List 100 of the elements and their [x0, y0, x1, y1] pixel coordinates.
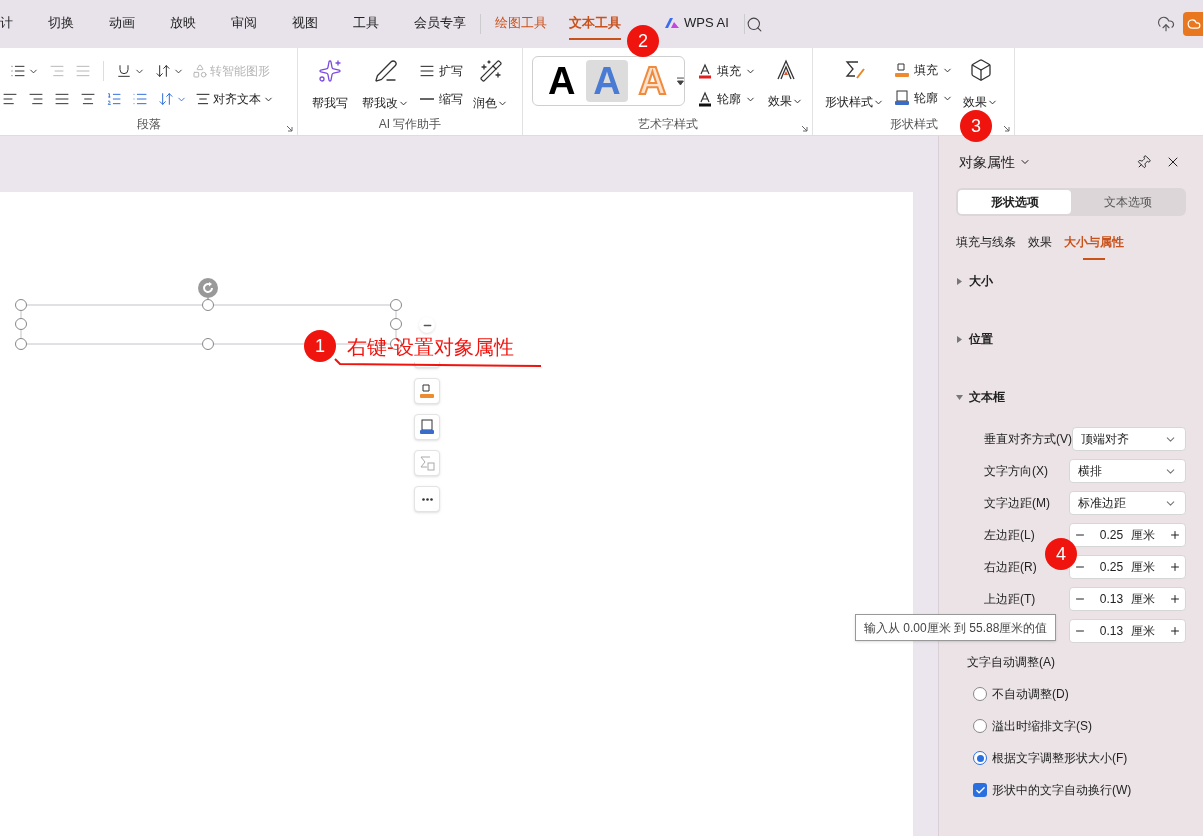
panel-title: 对象属性 — [959, 152, 1015, 172]
letter-a-icon — [697, 63, 713, 79]
checkbox-icon[interactable] — [973, 783, 987, 797]
shape-fill-button[interactable]: 填充 — [894, 58, 953, 82]
checkbox-option[interactable]: 形状中的文字自动换行(W) — [973, 778, 1186, 802]
menu-tab[interactable]: 绘图工具 — [495, 8, 547, 40]
field-label: 文字方向(X) — [984, 463, 1049, 480]
section-header[interactable]: 文本框 — [956, 385, 1005, 409]
outline-square-icon — [894, 90, 910, 106]
menu-tab[interactable]: 计 — [0, 8, 13, 40]
section-header[interactable]: 大小 — [956, 269, 993, 293]
text-effect-button[interactable]: 效果 — [768, 56, 803, 110]
shorten-text-button[interactable]: 缩写 — [419, 87, 463, 111]
menu-tab[interactable]: 切换 — [48, 8, 74, 40]
unit-label: 厘米 — [1131, 623, 1156, 640]
plus-icon[interactable] — [1169, 529, 1181, 541]
text-outline-button[interactable]: 轮廓 — [697, 87, 756, 111]
dropdown-field[interactable]: 横排 — [1068, 459, 1186, 483]
panel-tab[interactable]: 文本选项 — [1071, 190, 1184, 214]
ai-revise-button[interactable]: 帮我改 — [358, 58, 413, 112]
search-icon — [745, 15, 763, 33]
callout-text: 右键-设置对象属性 — [347, 335, 514, 360]
plus-icon[interactable] — [1169, 561, 1181, 573]
number-spinner[interactable]: 0.13 厘米 — [1068, 587, 1186, 611]
panel-tab[interactable]: 形状选项 — [958, 190, 1071, 214]
radio-option[interactable]: 根据文字调整形状大小(F) — [973, 746, 1186, 770]
radio-icon[interactable] — [973, 719, 987, 733]
align-right-icon — [28, 91, 44, 107]
menu-tab[interactable]: 动画 — [109, 8, 135, 40]
menu-tab[interactable]: 放映 — [170, 8, 196, 40]
group-title: AI 写作助手 — [378, 116, 442, 133]
magic-wand-icon — [478, 59, 503, 83]
radio-icon[interactable] — [973, 687, 987, 701]
more-button[interactable] — [414, 486, 440, 512]
group-title: 形状样式 — [889, 116, 938, 133]
field-label: 上边距(T) — [984, 591, 1037, 608]
cloud-upload-button[interactable] — [1157, 15, 1175, 33]
section-header[interactable]: 位置 — [956, 327, 993, 351]
triangle-icon — [956, 335, 963, 343]
subtab[interactable]: 大小与属性 — [1064, 230, 1124, 260]
align-center-icon — [195, 91, 211, 107]
expand-text-button[interactable]: 扩写 — [419, 59, 463, 83]
ai-tab[interactable]: WPS AI — [664, 8, 729, 40]
number-spinner[interactable]: 0.25 厘米 — [1068, 555, 1186, 579]
dropdown-field[interactable]: 标准边距 — [1068, 491, 1186, 515]
unit-label: 厘米 — [1131, 527, 1156, 544]
launcher-icon[interactable] — [801, 125, 808, 132]
up-down-arrows-icon — [158, 91, 174, 107]
gallery-more-icon[interactable] — [677, 76, 684, 86]
group-title: 段落 — [136, 116, 161, 133]
collapse-toolbar-button[interactable] — [419, 317, 435, 333]
wordart-style[interactable]: A — [541, 60, 583, 102]
spinner-value: 0.13 — [1099, 591, 1124, 608]
fill-bucket-icon — [894, 62, 910, 78]
fill-bucket-icon — [419, 383, 435, 399]
shape-outline-button[interactable]: 轮廓 — [894, 86, 953, 110]
radio-icon[interactable] — [973, 751, 987, 765]
group-title: 艺术字样式 — [637, 116, 698, 133]
number-spinner[interactable]: 0.25 厘米 — [1068, 523, 1186, 547]
indent-icon — [75, 63, 91, 79]
field-label: 文字边距(M) — [984, 495, 1051, 512]
dropdown-field[interactable]: 顶端对齐 — [1072, 427, 1186, 451]
spinner-value: 0.25 — [1099, 559, 1124, 576]
share-button[interactable] — [1183, 12, 1203, 36]
justify-icon — [54, 91, 70, 107]
plus-icon[interactable] — [1169, 625, 1181, 637]
subtab[interactable]: 效果 — [1028, 230, 1052, 260]
polish-button[interactable]: 润色 — [469, 58, 512, 112]
menu-tab[interactable]: 工具 — [353, 8, 379, 40]
menu-tab[interactable]: 审阅 — [231, 8, 257, 40]
outdent-icon — [49, 63, 65, 79]
plus-icon[interactable] — [1169, 593, 1181, 605]
lines-icon — [419, 63, 435, 79]
numbered-list-icon — [106, 91, 122, 107]
field-label: 垂直对齐方式(V) — [984, 431, 1072, 448]
text-fill-button[interactable]: 填充 — [697, 59, 756, 83]
outline-tool-button[interactable] — [414, 414, 440, 440]
pen-icon — [373, 59, 398, 83]
launcher-icon[interactable] — [286, 125, 293, 132]
tooltip: 输入从 0.00厘米 到 55.88厘米的值 — [855, 614, 1057, 641]
subtab[interactable]: 填充与线条 — [956, 230, 1016, 260]
number-spinner[interactable]: 0.13 厘米 — [1068, 619, 1186, 643]
radio-option[interactable]: 不自动调整(D) — [973, 682, 1186, 706]
outline-square-icon — [419, 419, 435, 435]
autofit-label: 文字自动调整(A) — [967, 654, 1056, 671]
launcher-icon[interactable] — [1003, 125, 1010, 132]
menu-tab[interactable]: 文本工具 — [569, 8, 621, 40]
menu-tab[interactable]: 会员专享 — [414, 8, 466, 40]
cloud-upload-icon — [1157, 15, 1175, 33]
radio-option[interactable]: 溢出时缩排文字(S) — [973, 714, 1186, 738]
menu-tab[interactable]: 视图 — [292, 8, 318, 40]
shape-effect-button[interactable]: 效果 — [963, 58, 998, 111]
dash-icon — [420, 98, 434, 100]
search-button[interactable] — [745, 15, 763, 33]
shape-style-button[interactable]: 形状样式 — [825, 58, 884, 111]
ai-write-button[interactable]: 帮我写 — [308, 58, 352, 112]
align-text-button[interactable]: 对齐文本 — [195, 87, 274, 111]
spinner-value: 0.13 — [1099, 623, 1124, 640]
fill-tool-button[interactable] — [414, 378, 440, 404]
list-icon — [10, 63, 26, 79]
